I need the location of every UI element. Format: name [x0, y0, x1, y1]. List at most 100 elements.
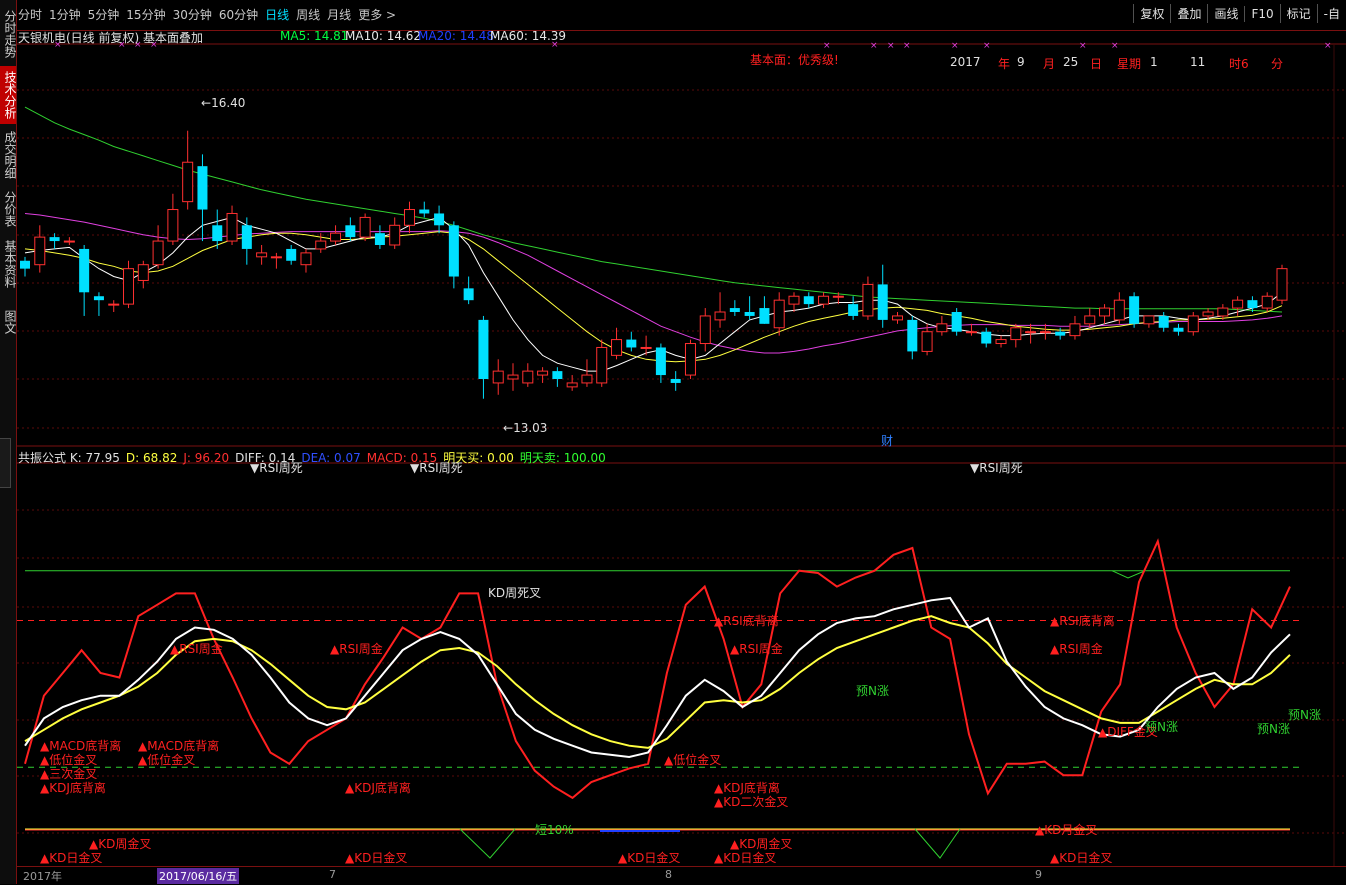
datetime-part-3: 月	[1043, 57, 1056, 71]
candle-body	[552, 371, 563, 379]
j-line	[24, 538, 1291, 800]
candle-body	[670, 379, 681, 383]
finance-event-marker[interactable]: 财	[881, 432, 893, 449]
candle-body	[1217, 307, 1229, 317]
candle-body	[1158, 315, 1169, 328]
event-marker: ×	[1324, 41, 1332, 51]
ma-legend-item-2: MA20: 14.48	[418, 29, 495, 43]
period-tab-6[interactable]: 日线	[265, 8, 289, 22]
candle-body	[241, 225, 252, 249]
candle-body	[1129, 296, 1140, 324]
period-tab-5[interactable]: 60分钟	[219, 8, 258, 22]
signal-label: ▲RSI周金	[170, 642, 223, 656]
candle-body	[981, 331, 992, 344]
candle-body	[995, 339, 1007, 345]
indicator-legend-item-4: DEA: 0.07	[301, 451, 361, 465]
candle-body	[832, 295, 844, 298]
event-marker: ×	[823, 41, 831, 51]
signal-label: ▲KDJ底背离	[40, 781, 106, 795]
panel-splitter-handle[interactable]	[0, 438, 11, 488]
tool-button-0[interactable]: 复权	[1133, 4, 1170, 23]
event-marker: ×	[887, 41, 895, 51]
datetime-part-6: 星期	[1117, 57, 1142, 71]
date-axis-label-0: 2017年	[23, 870, 62, 883]
candle-body	[492, 370, 504, 384]
period-tab-8[interactable]: 月线	[327, 8, 351, 22]
signal-label: ▲KDJ底背离	[345, 781, 411, 795]
side-tab-4[interactable]: 基本资料	[0, 237, 17, 291]
candle-body	[803, 296, 814, 305]
candle-body	[773, 299, 785, 329]
candle-body	[537, 370, 549, 376]
signal-label: ▲KD日金叉	[40, 851, 103, 865]
side-tab-5[interactable]: 图文F10	[0, 296, 17, 348]
candle-body	[359, 216, 371, 238]
candle-body	[419, 209, 430, 214]
side-tab-0[interactable]: 分时走势	[0, 6, 17, 62]
candle-body	[566, 382, 578, 388]
candle-body	[965, 331, 977, 334]
candle-body	[1010, 327, 1022, 341]
signal-label: ▲KD二次金叉	[714, 795, 789, 809]
candle-body	[270, 256, 282, 259]
period-tab-2[interactable]: 5分钟	[88, 8, 120, 22]
candle-body	[20, 260, 30, 269]
event-marker: ×	[951, 41, 959, 51]
high-price-value: 16.40	[211, 96, 246, 110]
side-tab-1[interactable]: 技术分析	[0, 66, 17, 124]
datetime-part-9: 时6	[1229, 57, 1249, 71]
signal-label: 预N涨	[1145, 720, 1178, 734]
candle-body	[626, 339, 637, 348]
candle-body	[729, 308, 740, 312]
indicator-legend-item-2: J: 96.20	[183, 451, 230, 465]
candle-body	[596, 346, 608, 384]
period-tab-3[interactable]: 15分钟	[126, 8, 165, 22]
signal-label: KD周死叉	[488, 586, 542, 600]
candle-body	[315, 240, 327, 250]
tool-button-2[interactable]: 画线	[1207, 4, 1244, 23]
candle-body	[182, 161, 194, 203]
signal-label: 预N涨	[1288, 708, 1321, 722]
date-axis-label-4: 9	[1035, 868, 1042, 881]
period-tabs: 分时 1分钟 5分钟 15分钟 30分钟 60分钟 日线 周线 月线 更多 >	[18, 6, 403, 23]
candle-body	[1247, 300, 1258, 309]
candle-body	[197, 166, 208, 210]
signal-label: ▲RSI底背离	[1050, 614, 1115, 628]
date-axis-label-1: 2017/06/16/五	[157, 868, 240, 884]
candle-body	[581, 374, 593, 384]
candle-body	[699, 315, 711, 345]
candle-body	[403, 209, 415, 226]
signal-label: ▲低位金叉	[664, 753, 722, 767]
candle-body	[1276, 268, 1288, 301]
period-tab-0[interactable]: 分时	[18, 8, 42, 22]
high-price-label: ←16.40	[201, 96, 246, 110]
candle-body	[507, 374, 519, 380]
side-tab-2[interactable]: 成交明细	[0, 128, 17, 182]
candle-body	[330, 232, 342, 242]
candle-body	[1143, 315, 1155, 325]
datetime-part-0: 2017	[950, 55, 981, 69]
period-tab-7[interactable]: 周线	[296, 8, 320, 22]
tool-button-4[interactable]: 标记	[1279, 4, 1317, 23]
candle-body	[907, 319, 918, 352]
signal-label: ▲KD日金叉	[345, 851, 408, 865]
signal-label: 预N涨	[1257, 722, 1290, 736]
ma-legend-item-3: MA60: 14.39	[490, 29, 567, 43]
candle-body	[93, 296, 104, 301]
candle-body	[522, 370, 534, 384]
tool-button-3[interactable]: F10	[1244, 6, 1279, 22]
tool-button-1[interactable]: 叠加	[1170, 4, 1207, 23]
period-tab-9[interactable]: 更多 >	[358, 8, 396, 22]
candle-body	[640, 346, 652, 349]
event-marker: ×	[1111, 41, 1119, 51]
period-tab-1[interactable]: 1分钟	[49, 8, 81, 22]
side-tab-3[interactable]: 分价表	[0, 186, 17, 232]
indicator-legend-item-7: 明天卖: 100.00	[519, 451, 606, 465]
stock-title: 天银机电(日线 前复权) 基本面叠加	[18, 31, 203, 45]
candle-body	[478, 319, 489, 379]
tool-button-5[interactable]: -自	[1316, 4, 1346, 23]
candle-body	[684, 343, 696, 376]
period-tab-4[interactable]: 30分钟	[173, 8, 212, 22]
candle-body	[1173, 327, 1184, 332]
signal-label: ▲低位金叉	[138, 753, 196, 767]
